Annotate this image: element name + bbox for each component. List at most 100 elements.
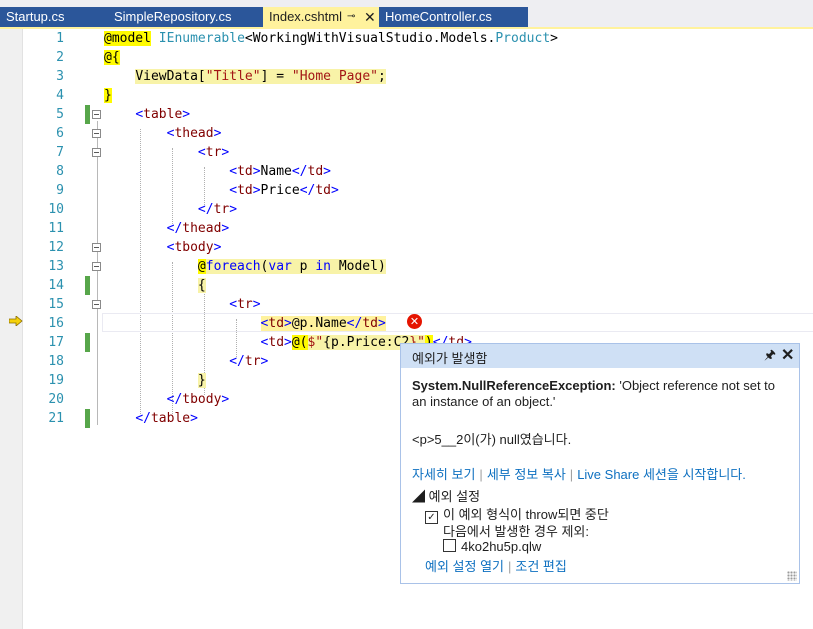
tab-homecontroller-cs[interactable]: HomeController.cs bbox=[379, 7, 528, 27]
code-line[interactable]: 3 ViewData["Title"] = "Home Page"; bbox=[0, 67, 813, 86]
line-number: 13 bbox=[48, 259, 64, 274]
code-text: @model IEnumerable<WorkingWithVisualStud… bbox=[104, 31, 558, 46]
break-when-thrown-checkbox[interactable]: ✓ bbox=[425, 511, 438, 524]
code-text: @{ bbox=[104, 50, 120, 65]
code-line[interactable]: 5 <table> bbox=[0, 105, 813, 124]
line-number: 7 bbox=[56, 145, 64, 160]
line-number: 11 bbox=[48, 221, 64, 236]
code-line[interactable]: 9 <td>Price</td> bbox=[0, 181, 813, 200]
pin-tab-icon[interactable]: ⊸ bbox=[347, 7, 355, 27]
code-line[interactable]: 14 { bbox=[0, 276, 813, 295]
line-number: 16 bbox=[48, 316, 64, 331]
line-number: 15 bbox=[48, 297, 64, 312]
exception-helper-popup: 예외가 발생함 🖈 ✕ System.NullReferenceExceptio… bbox=[400, 343, 800, 584]
code-text: @foreach(var p in Model) bbox=[197, 259, 386, 274]
code-line[interactable]: 2 @{ bbox=[0, 48, 813, 67]
exception-type: System.NullReferenceException: bbox=[412, 378, 616, 393]
code-text: } bbox=[197, 373, 206, 388]
line-number: 14 bbox=[48, 278, 64, 293]
code-line[interactable]: 13 @foreach(var p in Model) bbox=[0, 257, 813, 276]
code-text: <td>Name</td> bbox=[229, 164, 331, 179]
code-line[interactable]: 1 @model IEnumerable<WorkingWithVisualSt… bbox=[0, 29, 813, 48]
line-number: 8 bbox=[56, 164, 64, 179]
code-text: </tbody> bbox=[166, 392, 230, 407]
exception-detail: <p>5__2이(가) null였습니다. bbox=[412, 432, 572, 447]
change-marker bbox=[85, 276, 90, 295]
line-number: 5 bbox=[56, 107, 64, 122]
collapse-outline-icon[interactable] bbox=[92, 110, 101, 119]
code-text: </table> bbox=[135, 411, 198, 426]
code-text: <table> bbox=[135, 107, 191, 122]
tab-label: Startup.cs bbox=[6, 9, 65, 24]
line-number: 12 bbox=[48, 240, 64, 255]
code-line[interactable]: 10 </tr> bbox=[0, 200, 813, 219]
module-exclusion-checkbox[interactable] bbox=[443, 539, 456, 552]
code-text: <tr> bbox=[229, 297, 261, 312]
code-text: </tr> bbox=[229, 354, 269, 369]
tab-startup-cs[interactable]: Startup.cs bbox=[0, 7, 108, 27]
exception-settings-header[interactable]: ◢ 예외 설정 bbox=[412, 486, 480, 505]
tab-label: SimpleRepository.cs bbox=[114, 9, 232, 24]
code-line[interactable]: 4 } bbox=[0, 86, 813, 105]
code-line[interactable]: 12 <tbody> bbox=[0, 238, 813, 257]
code-line[interactable]: 6 <thead> bbox=[0, 124, 813, 143]
tab-index-cshtml[interactable]: Index.cshtml ⊸ ✕ bbox=[263, 7, 379, 27]
collapse-outline-icon[interactable] bbox=[92, 243, 101, 252]
line-number: 10 bbox=[48, 202, 64, 217]
line-number: 6 bbox=[56, 126, 64, 141]
line-number: 2 bbox=[56, 50, 64, 65]
exception-action-links: 자세히 보기 | 세부 정보 복사 | Live Share 세션을 시작합니다. bbox=[412, 467, 746, 482]
collapse-outline-icon[interactable] bbox=[92, 148, 101, 157]
edit-conditions-link[interactable]: 조건 편집 bbox=[515, 559, 566, 574]
line-number: 1 bbox=[56, 31, 64, 46]
collapse-outline-icon[interactable] bbox=[92, 262, 101, 271]
code-text: <tbody> bbox=[166, 240, 222, 255]
view-details-link[interactable]: 자세히 보기 bbox=[412, 467, 475, 482]
code-line[interactable]: 7 <tr> bbox=[0, 143, 813, 162]
module-name: 4ko2hu5p.qlw bbox=[461, 539, 542, 554]
line-number: 19 bbox=[48, 373, 64, 388]
start-live-share-link[interactable]: Live Share 세션을 시작합니다. bbox=[577, 467, 746, 482]
change-marker bbox=[85, 105, 90, 124]
pin-icon[interactable]: 🖈 bbox=[764, 346, 776, 368]
open-exception-settings-link[interactable]: 예외 설정 열기 bbox=[425, 559, 504, 574]
change-marker bbox=[85, 409, 90, 428]
change-marker bbox=[85, 333, 90, 352]
line-number: 9 bbox=[56, 183, 64, 198]
tab-label: Index.cshtml bbox=[269, 9, 342, 24]
line-number: 4 bbox=[56, 88, 64, 103]
tab-label: HomeController.cs bbox=[385, 9, 492, 24]
module-exclusion-option[interactable]: 4ko2hu5p.qlw bbox=[443, 538, 541, 554]
settings-links: 예외 설정 열기 | 조건 편집 bbox=[425, 559, 567, 574]
exception-error-icon[interactable]: ✕ bbox=[407, 314, 422, 329]
code-text: <td>Price</td> bbox=[229, 183, 339, 198]
code-text: <thead> bbox=[166, 126, 222, 141]
code-line[interactable]: 8 <td>Name</td> bbox=[0, 162, 813, 181]
code-text: </tr> bbox=[197, 202, 238, 217]
close-tab-icon[interactable]: ✕ bbox=[364, 7, 376, 27]
resize-grip-icon[interactable] bbox=[787, 571, 797, 581]
copy-details-link[interactable]: 세부 정보 복사 bbox=[487, 467, 566, 482]
collapse-outline-icon[interactable] bbox=[92, 129, 101, 138]
code-line[interactable]: 11 </thead> bbox=[0, 219, 813, 238]
line-number: 17 bbox=[48, 335, 64, 350]
popup-header: 예외가 발생함 🖈 ✕ bbox=[401, 344, 799, 368]
code-text: </thead> bbox=[166, 221, 230, 236]
line-number: 21 bbox=[48, 411, 64, 426]
break-when-thrown-label: 이 예외 형식이 throw되면 중단 bbox=[443, 507, 609, 522]
code-text: } bbox=[104, 88, 112, 103]
code-text: ViewData["Title"] = "Home Page"; bbox=[135, 69, 386, 84]
collapse-outline-icon[interactable] bbox=[92, 300, 101, 309]
code-line[interactable]: 15 <tr> bbox=[0, 295, 813, 314]
tab-simplerepository-cs[interactable]: SimpleRepository.cs bbox=[108, 7, 263, 27]
close-icon[interactable]: ✕ bbox=[781, 345, 794, 365]
document-tab-strip: Startup.cs SimpleRepository.cs Index.csh… bbox=[0, 0, 813, 29]
line-number: 3 bbox=[56, 69, 64, 84]
code-text: <td>@p.Name</td> bbox=[260, 316, 386, 331]
code-text: { bbox=[197, 278, 206, 293]
popup-title: 예외가 발생함 bbox=[412, 351, 488, 366]
line-number: 18 bbox=[48, 354, 64, 369]
exception-message: System.NullReferenceException: 'Object r… bbox=[412, 378, 787, 410]
code-text: <tr> bbox=[197, 145, 230, 160]
line-number: 20 bbox=[48, 392, 64, 407]
